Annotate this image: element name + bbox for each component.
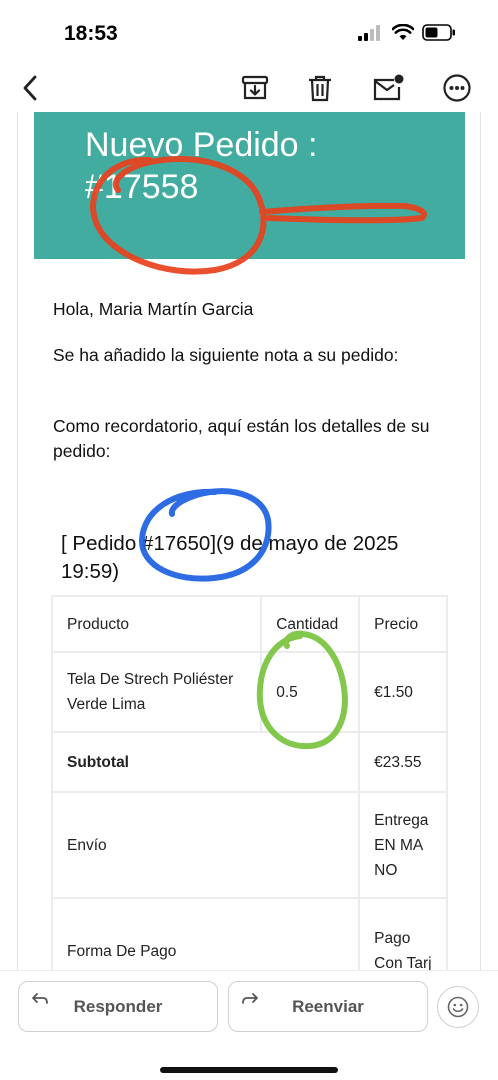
- more-icon: [443, 74, 471, 102]
- banner-title-line2: #17558: [85, 168, 199, 206]
- order-heading: [ Pedido #17650](9 de mayo de 2025 19:59…: [61, 532, 399, 583]
- subtotal-value: €23.55: [358, 731, 448, 793]
- payment-label: Forma De Pago: [50, 897, 361, 970]
- banner-title-line1: Nuevo Pedido :: [85, 126, 318, 164]
- archive-icon: [241, 75, 269, 100]
- trash-icon: [309, 75, 331, 102]
- shipping-row: Envío Entrega EN MANO: [50, 791, 448, 899]
- shipping-value: Entrega EN MANO: [358, 791, 448, 899]
- reply-arrow-icon: [32, 993, 48, 1004]
- shipping-label: Envío: [50, 791, 361, 899]
- payment-row: Forma De Pago Pago Con Tarj: [50, 897, 448, 970]
- order-banner: Nuevo Pedido : #17558: [34, 112, 465, 259]
- reply-button[interactable]: Responder: [18, 981, 218, 1032]
- email-body: Nuevo Pedido : #17558 Hola, Maria Martín…: [17, 112, 481, 970]
- greeting: Hola, Maria Martín Garcia: [53, 299, 254, 319]
- smiley-icon: [447, 996, 469, 1018]
- home-indicator: [160, 1067, 338, 1073]
- forward-label: Reenviar: [292, 996, 364, 1016]
- payment-value: Pago Con Tarj: [358, 897, 448, 970]
- subtotal-row: Subtotal €23.55: [50, 731, 448, 793]
- header-price: Precio: [358, 595, 448, 653]
- header-quantity: Cantidad: [260, 595, 361, 653]
- forward-arrow-icon: [242, 993, 258, 1004]
- battery-icon: [422, 24, 455, 41]
- subtotal-label: Subtotal: [50, 731, 361, 793]
- item-price: €1.50: [358, 651, 448, 733]
- back-arrow-icon: [23, 75, 37, 101]
- cellular-signal-icon: [358, 24, 380, 41]
- table-row: Tela De Strech Poliéster Verde Lima 0.5 …: [50, 651, 448, 733]
- back-button[interactable]: [12, 70, 48, 106]
- forward-button[interactable]: Reenviar: [228, 981, 428, 1032]
- bottom-action-bar: Responder Reenviar: [0, 970, 498, 1080]
- table-header-row: Producto Cantidad Precio: [50, 595, 448, 653]
- note-intro: Se ha añadido la siguiente nota a su ped…: [53, 345, 399, 365]
- mark-unread-icon: [373, 74, 404, 101]
- header-product: Producto: [50, 595, 263, 653]
- reminder-text: Como recordatorio, aquí están los detall…: [53, 416, 430, 461]
- order-table: Producto Cantidad Precio Tela De Strech …: [50, 595, 448, 970]
- delete-button[interactable]: [302, 70, 338, 106]
- mark-unread-button[interactable]: [370, 70, 406, 106]
- status-time: 18:53: [64, 22, 118, 45]
- banner-title: Nuevo Pedido : #17558: [85, 124, 445, 208]
- emoji-reaction-button[interactable]: [437, 986, 479, 1028]
- more-button[interactable]: [439, 70, 475, 106]
- status-icons: [358, 24, 456, 41]
- item-quantity: 0.5: [260, 651, 361, 733]
- toolbar: [0, 62, 498, 114]
- archive-button[interactable]: [237, 70, 273, 106]
- item-product: Tela De Strech Poliéster Verde Lima: [50, 651, 263, 733]
- status-bar: 18:53: [0, 0, 498, 62]
- reply-label: Responder: [73, 996, 163, 1016]
- wifi-icon: [392, 24, 414, 40]
